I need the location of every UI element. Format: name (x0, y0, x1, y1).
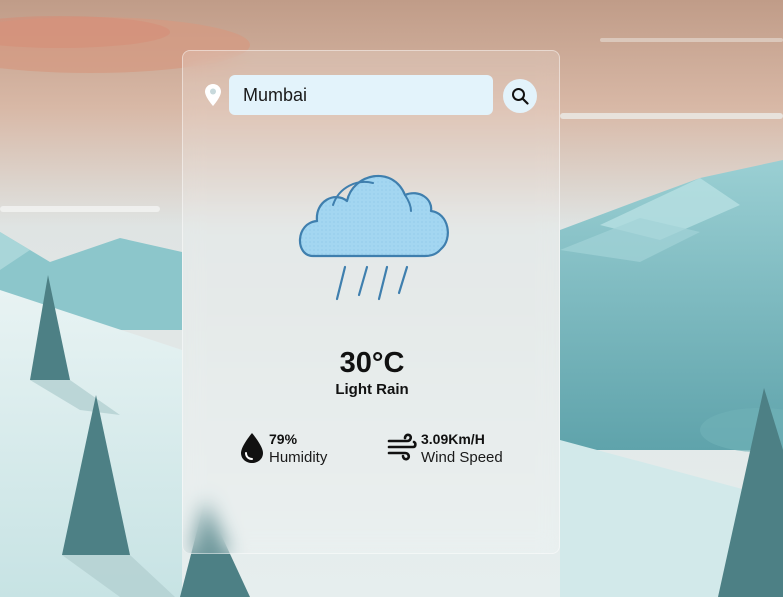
humidity-value: 79% (269, 431, 298, 447)
temperature: 30°C (339, 347, 405, 379)
wind-stat: 3.09Km/H Wind Speed (387, 431, 517, 467)
rain-cloud-icon (298, 174, 449, 301)
weather-description: Light Rain (335, 381, 409, 398)
location-pin-icon (205, 84, 221, 106)
weather-card: 30°C Light Rain 79% Humidity 3.09Km/H Wi… (182, 50, 560, 554)
wind-icon (387, 433, 417, 461)
search-icon (512, 88, 529, 105)
humidity-stat: 79% Humidity (241, 431, 341, 467)
humidity-label: Humidity (269, 449, 328, 466)
wind-speed-value: 3.09Km/H (421, 431, 485, 447)
wind-speed-label: Wind Speed (421, 449, 503, 466)
water-drop-icon (241, 433, 263, 463)
city-search-input[interactable] (229, 75, 493, 115)
search-button[interactable] (503, 79, 537, 113)
